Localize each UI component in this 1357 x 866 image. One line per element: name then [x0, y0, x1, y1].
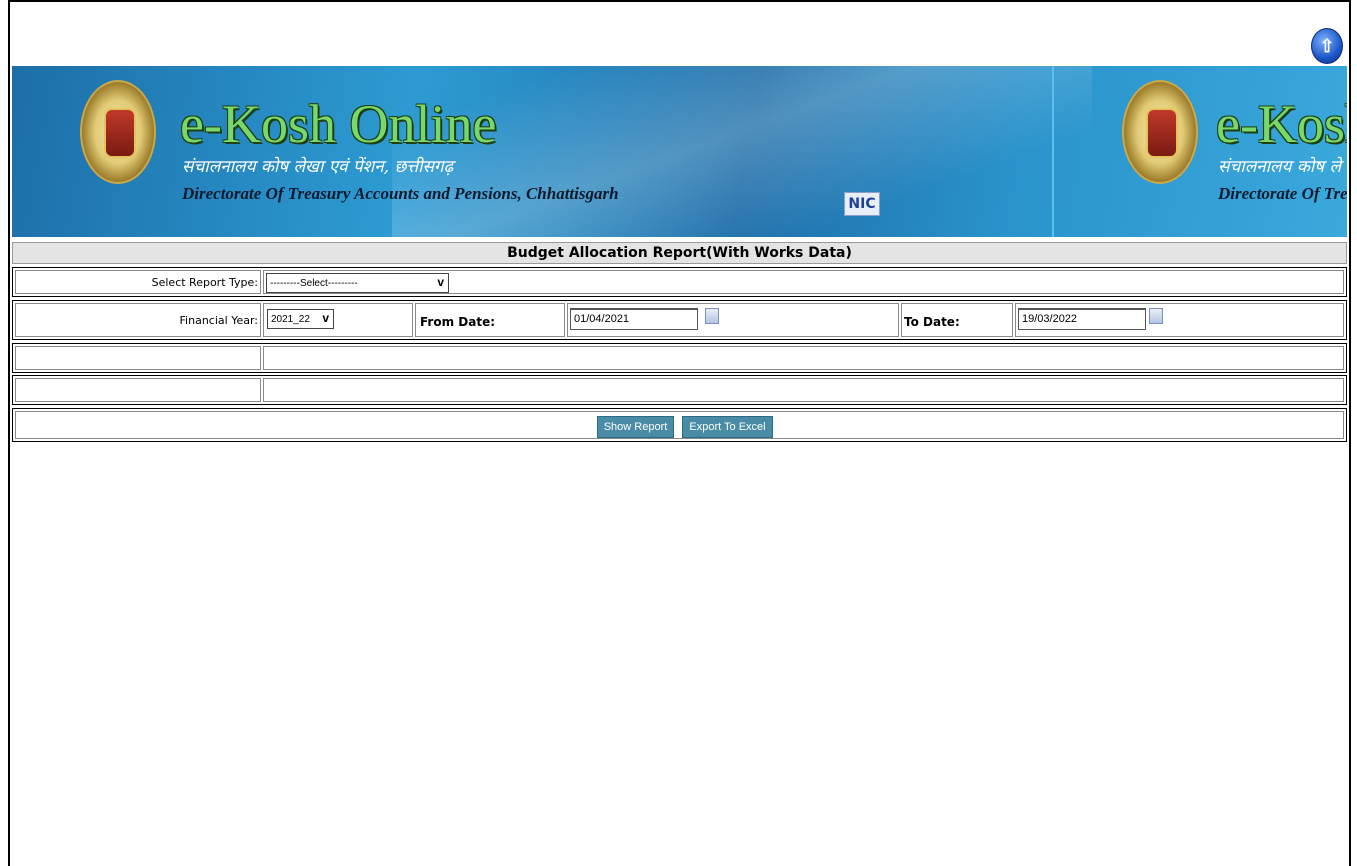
- report-title: Budget Allocation Report(With Works Data…: [12, 242, 1347, 264]
- empty-row-2: [12, 375, 1347, 405]
- state-emblem-icon: [80, 80, 156, 184]
- chevron-down-icon: v: [437, 275, 444, 289]
- hindi-subtitle: संचालनालय कोष लेखा एवं पेंशन, छत्तीसगढ़: [182, 157, 454, 177]
- calendar-icon[interactable]: [1149, 308, 1163, 324]
- from-date-label: From Date:: [420, 315, 496, 329]
- from-date-cell: 01/04/2021: [567, 303, 899, 337]
- financial-year-value: 2021_22: [271, 313, 310, 325]
- export-to-excel-button[interactable]: Export To Excel: [682, 416, 773, 438]
- report-type-cell: ---------Select--------- v: [263, 270, 1344, 294]
- report-type-label: Select Report Type:: [15, 270, 261, 294]
- report-type-row: Select Report Type: ---------Select-----…: [12, 267, 1347, 297]
- empty-row-1: [12, 343, 1347, 373]
- empty-value-cell: [263, 346, 1344, 370]
- financial-year-cell: 2021_22 v: [263, 303, 413, 337]
- empty-label-cell: [15, 346, 261, 370]
- from-date-label-cell: From Date:: [415, 303, 565, 337]
- state-emblem-icon: [1122, 80, 1198, 184]
- calendar-icon[interactable]: [705, 308, 719, 324]
- banner-panel-main: e-Kosh Online संचालनालय कोष लेखा एवं पें…: [12, 66, 1052, 237]
- date-filter-row: Financial Year: 2021_22 v From Date: 01/…: [12, 300, 1347, 340]
- home-icon[interactable]: ⇧: [1311, 28, 1343, 64]
- show-report-button[interactable]: Show Report: [597, 416, 674, 438]
- nic-logo: NIC: [844, 192, 880, 216]
- english-subtitle: Directorate Of Treasury Accounts and Pen…: [182, 184, 619, 203]
- to-date-label: To Date:: [904, 315, 960, 329]
- financial-year-label: Financial Year:: [15, 303, 261, 337]
- report-type-value: ---------Select---------: [270, 277, 358, 289]
- to-date-cell: 19/03/2022: [1015, 303, 1344, 337]
- empty-value-cell: [263, 378, 1344, 402]
- action-row: Show Report Export To Excel: [12, 408, 1347, 442]
- top-bar: ⇧: [10, 2, 1349, 64]
- site-title: e-Kosh Online: [180, 94, 497, 154]
- report-type-select[interactable]: ---------Select--------- v: [266, 273, 449, 293]
- site-title-repeat: e-Kosh: [1216, 94, 1347, 154]
- action-cell: Show Report Export To Excel: [15, 411, 1344, 439]
- to-date-label-cell: To Date:: [901, 303, 1013, 337]
- to-date-input[interactable]: 19/03/2022: [1018, 308, 1146, 330]
- from-date-input[interactable]: 01/04/2021: [570, 308, 698, 330]
- chevron-down-icon: v: [322, 311, 329, 325]
- banner-panel-repeat: e-Kosh संचालनालय कोष ले Directorate Of T…: [1052, 66, 1347, 237]
- hindi-subtitle-repeat: संचालनालय कोष ले: [1218, 157, 1342, 177]
- site-banner: e-Kosh Online संचालनालय कोष लेखा एवं पें…: [12, 66, 1347, 237]
- empty-label-cell: [15, 378, 261, 402]
- financial-year-select[interactable]: 2021_22 v: [267, 309, 334, 329]
- english-subtitle-repeat: Directorate Of Treas: [1218, 184, 1347, 203]
